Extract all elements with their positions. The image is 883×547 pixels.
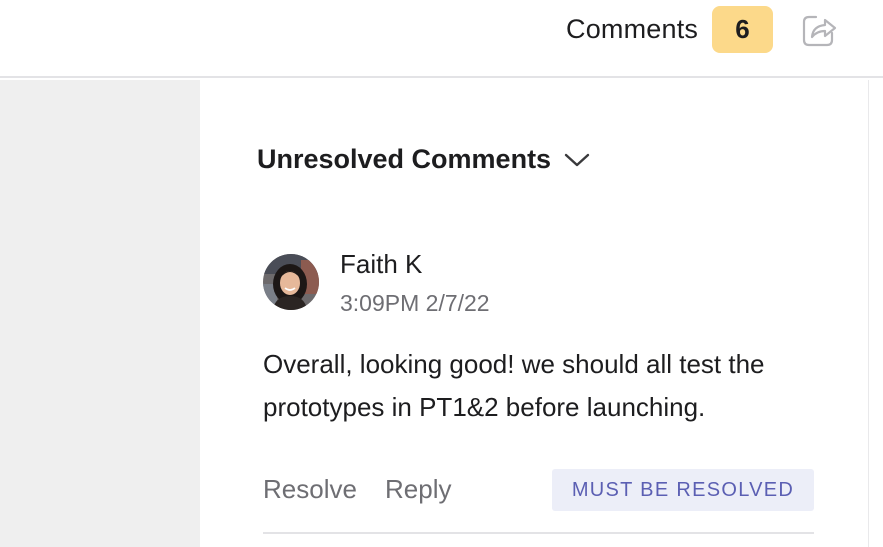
comment-divider: [263, 532, 814, 534]
comment-count-badge: 6: [712, 6, 773, 53]
comment-timestamp: 3:09PM 2/7/22: [340, 290, 490, 316]
comment-body: Overall, looking good! we should all tes…: [263, 349, 765, 422]
scrollbar-track[interactable]: [868, 80, 883, 547]
status-badge-label: MUST BE RESOLVED: [571, 478, 795, 501]
document-gutter: [0, 80, 200, 547]
top-bar: Comments 6: [0, 0, 883, 78]
comment-author: Faith K: [340, 249, 423, 279]
share-button[interactable]: [800, 11, 838, 49]
chevron-down-icon: [564, 153, 590, 166]
status-badge: MUST BE RESOLVED: [552, 469, 814, 511]
share-icon: [802, 15, 837, 47]
reply-button[interactable]: Reply: [385, 474, 451, 505]
avatar[interactable]: [263, 254, 319, 310]
comments-label: Comments: [566, 14, 699, 44]
avatar-photo: [263, 254, 319, 310]
section-title: Unresolved Comments: [257, 144, 552, 174]
resolve-button[interactable]: Resolve: [263, 474, 357, 505]
comment-count: 6: [735, 14, 750, 44]
unresolved-comments-toggle[interactable]: Unresolved Comments: [257, 144, 591, 175]
